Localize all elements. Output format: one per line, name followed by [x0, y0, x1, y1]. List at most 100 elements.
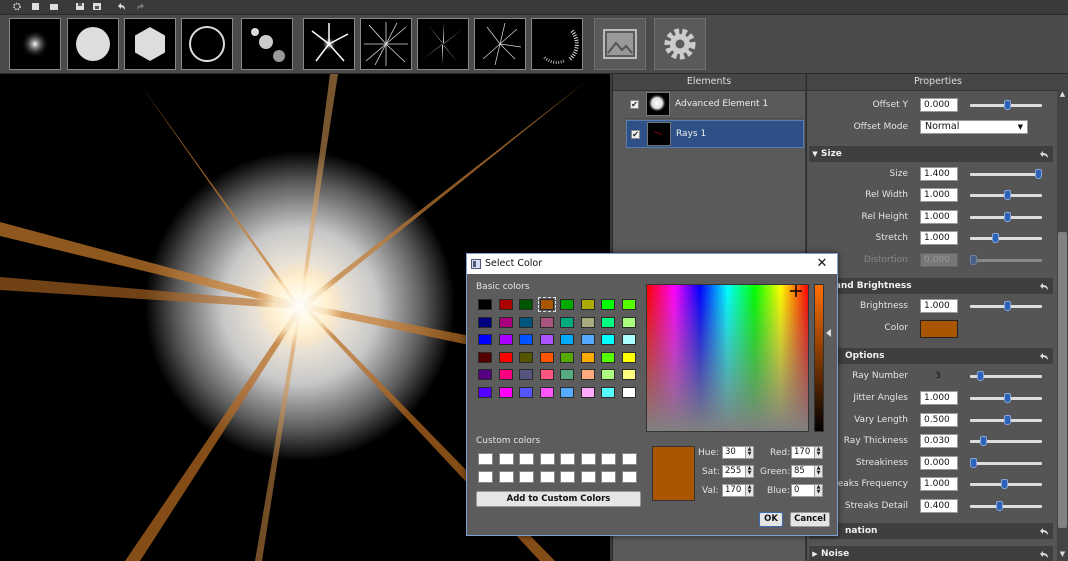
- green-spin-arrows[interactable]: ▲ ▼: [814, 465, 823, 478]
- custom-color-swatch[interactable]: [498, 453, 514, 465]
- basic-color-swatch[interactable]: [519, 351, 533, 363]
- basic-color-swatch[interactable]: [580, 351, 595, 363]
- basic-color-swatch[interactable]: [601, 369, 615, 380]
- offset-y-input[interactable]: 0.000: [920, 98, 958, 112]
- basic-color-swatch[interactable]: [560, 334, 574, 345]
- basic-color-swatch[interactable]: [580, 369, 595, 380]
- jitter-angles-slider-handle[interactable]: [1004, 393, 1011, 403]
- basic-color-swatch[interactable]: [539, 334, 554, 345]
- basic-color-swatch[interactable]: [498, 299, 513, 310]
- cancel-button[interactable]: Cancel: [790, 512, 830, 527]
- basic-color-swatch[interactable]: [519, 299, 533, 310]
- properties-scrollbar[interactable]: ▲ ▼: [1057, 90, 1068, 561]
- stretch-slider-handle[interactable]: [992, 233, 999, 243]
- basic-color-swatch[interactable]: [621, 386, 636, 398]
- gear-icon[interactable]: [12, 2, 22, 11]
- reset-icon[interactable]: [1039, 351, 1049, 361]
- rel-height-input[interactable]: 1.000: [920, 210, 958, 224]
- brightness-input[interactable]: 1.000: [920, 299, 958, 313]
- scroll-up-icon[interactable]: ▲: [1058, 90, 1067, 99]
- custom-color-swatch[interactable]: [560, 453, 575, 465]
- reset-icon[interactable]: [1039, 549, 1049, 559]
- background-image-button[interactable]: [594, 18, 646, 70]
- custom-color-swatch[interactable]: [580, 453, 596, 465]
- streakiness-slider-handle[interactable]: [970, 458, 977, 468]
- basic-color-swatch[interactable]: [601, 334, 615, 345]
- scroll-down-icon[interactable]: ▼: [1058, 550, 1067, 559]
- streaks-frequency-input[interactable]: 1.000: [920, 477, 958, 491]
- size-input[interactable]: 1.400: [920, 167, 958, 181]
- basic-color-swatch[interactable]: [621, 299, 636, 310]
- basic-color-swatch[interactable]: [478, 369, 492, 380]
- basic-color-swatch[interactable]: [560, 299, 574, 310]
- hue-spin-arrows[interactable]: ▲ ▼: [745, 446, 754, 459]
- streaks-frequency-slider-handle[interactable]: [1001, 479, 1008, 489]
- custom-color-swatch[interactable]: [621, 471, 637, 483]
- basic-color-swatch[interactable]: [580, 299, 595, 310]
- basic-color-swatch[interactable]: [601, 351, 615, 363]
- basic-color-swatch[interactable]: [519, 369, 533, 380]
- ray-options-section-header[interactable]: Options: [809, 348, 1053, 364]
- basic-color-swatch[interactable]: [621, 351, 636, 363]
- custom-color-swatch[interactable]: [560, 471, 575, 483]
- basic-color-swatch[interactable]: [498, 369, 513, 380]
- reset-icon[interactable]: [1039, 526, 1049, 536]
- settings-button[interactable]: [654, 18, 706, 70]
- stretch-slider[interactable]: [970, 237, 1042, 240]
- reset-icon[interactable]: [1039, 149, 1049, 159]
- value-slider-arrow-icon[interactable]: [826, 329, 831, 337]
- basic-color-swatch[interactable]: [478, 299, 492, 310]
- basic-color-swatch[interactable]: [539, 316, 554, 328]
- basic-color-swatch[interactable]: [560, 316, 574, 328]
- basic-color-swatch[interactable]: [621, 316, 636, 328]
- basic-color-swatch[interactable]: [580, 316, 595, 328]
- basic-color-swatch[interactable]: [537, 297, 556, 312]
- value-slider[interactable]: [814, 284, 824, 432]
- streakiness-slider[interactable]: [970, 462, 1042, 465]
- custom-color-swatch[interactable]: [601, 453, 616, 465]
- basic-color-swatch[interactable]: [539, 369, 554, 380]
- basic-color-swatch[interactable]: [519, 316, 533, 328]
- size-slider[interactable]: [970, 173, 1042, 176]
- basic-color-swatch[interactable]: [601, 316, 615, 328]
- visibility-checkbox[interactable]: ✔: [631, 130, 640, 139]
- jitter-angles-input[interactable]: 1.000: [920, 391, 958, 405]
- val-spin-arrows[interactable]: ▲ ▼: [745, 484, 754, 497]
- noise-section-header[interactable]: ▶ Noise: [809, 546, 1053, 561]
- rel-width-slider-handle[interactable]: [1004, 190, 1011, 200]
- rel-height-slider-handle[interactable]: [1004, 212, 1011, 222]
- basic-color-swatch[interactable]: [519, 334, 533, 345]
- basic-color-swatch[interactable]: [580, 386, 595, 398]
- streaks-detail-slider-handle[interactable]: [996, 501, 1003, 511]
- custom-color-swatch[interactable]: [580, 471, 596, 483]
- ok-button[interactable]: OK: [759, 512, 783, 527]
- crosshair-icon[interactable]: [790, 285, 802, 297]
- basic-color-swatch[interactable]: [498, 351, 513, 363]
- vary-length-slider-handle[interactable]: [1004, 415, 1011, 425]
- basic-color-swatch[interactable]: [498, 334, 513, 345]
- basic-color-swatch[interactable]: [580, 334, 595, 345]
- color-brightness-section-header[interactable]: or and Brightness: [809, 278, 1053, 294]
- dialog-title-bar[interactable]: Select Color ✕: [467, 254, 837, 274]
- size-slider-handle[interactable]: [1035, 169, 1042, 179]
- element-row-rays[interactable]: ✔ Rays 1: [626, 120, 804, 148]
- blue-spin-arrows[interactable]: ▲ ▼: [814, 484, 823, 497]
- scrollbar-thumb[interactable]: [1058, 232, 1067, 528]
- custom-color-swatch[interactable]: [621, 453, 637, 465]
- multi-circle-preset-button[interactable]: [241, 18, 293, 70]
- animation-section-header[interactable]: nation: [809, 523, 1053, 539]
- visibility-checkbox[interactable]: ✔: [630, 100, 639, 109]
- custom-color-swatch[interactable]: [539, 453, 555, 465]
- ring-rays-preset-button[interactable]: [531, 18, 583, 70]
- save-icon[interactable]: [75, 2, 85, 11]
- color-swatch-button[interactable]: [920, 320, 958, 338]
- basic-color-swatch[interactable]: [478, 386, 492, 398]
- add-to-custom-colors-button[interactable]: Add to Custom Colors: [476, 491, 641, 507]
- stretch-input[interactable]: 1.000: [920, 231, 958, 245]
- basic-color-swatch[interactable]: [478, 351, 492, 363]
- hexagon-preset-button[interactable]: [124, 18, 176, 70]
- basic-color-swatch[interactable]: [539, 351, 554, 363]
- basic-color-swatch[interactable]: [601, 299, 615, 310]
- rays-preset-button[interactable]: [360, 18, 412, 70]
- basic-color-swatch[interactable]: [601, 386, 615, 398]
